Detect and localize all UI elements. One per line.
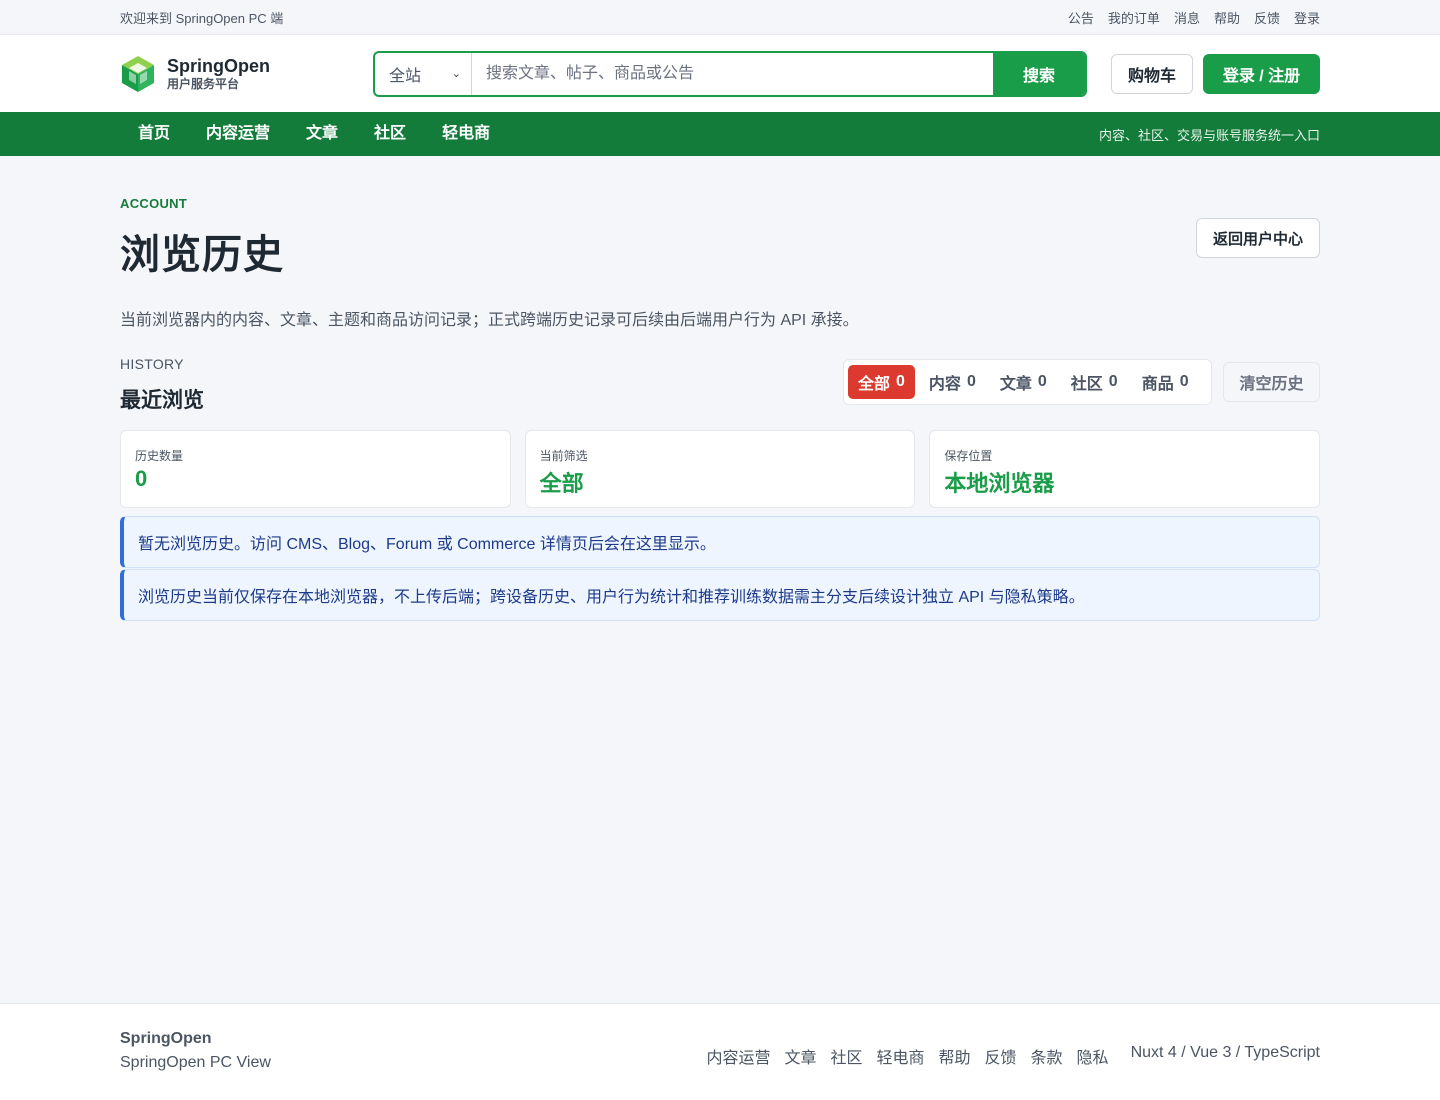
site-logo[interactable]: SpringOpen 用户服务平台 [120,55,373,93]
login-register-button[interactable]: 登录 / 注册 [1203,53,1320,94]
footer-subtitle: SpringOpen PC View [120,1054,271,1071]
filter-tab-label: 全部 [858,376,891,393]
page-description: 当前浏览器内的内容、文章、主题和商品访问记录；正式跨端历史记录可后续由后端用户行… [120,312,859,329]
local-storage-notice: 浏览历史当前仅保存在本地浏览器，不上传后端；跨设备历史、用户行为统计和推荐训练数… [120,569,1320,621]
brand-subtitle: 用户服务平台 [167,76,240,91]
brand-name: SpringOpen [167,55,270,76]
footer-link-help[interactable]: 帮助 [939,1044,971,1068]
footer-brand: SpringOpen [120,1030,212,1047]
site-footer: SpringOpen SpringOpen PC View 内容运营 文章 社区… [0,1003,1440,1100]
section-eyebrow: HISTORY [120,356,184,372]
footer-link-content[interactable]: 内容运营 [706,1044,770,1068]
stat-label: 历史数量 [135,449,184,463]
topbar-links: 公告 我的订单 消息 帮助 反馈 登录 [1068,8,1320,27]
footer-link-articles[interactable]: 文章 [784,1044,816,1068]
site-header: SpringOpen 用户服务平台 全站 ⌄ 搜索 购物车 登录 / 注册 [0,35,1440,112]
filter-tab-label: 社区 [1070,376,1103,393]
search-scope-select[interactable]: 全站 ⌄ [375,52,472,95]
welcome-text: 欢迎来到 SpringOpen PC 端 [120,10,284,26]
stat-label: 当前筛选 [539,449,588,463]
filter-tab-count: 0 [1108,373,1118,390]
nav-item-home[interactable]: 首页 [120,112,188,156]
section-title: 最近浏览 [120,389,204,412]
topbar-link-messages[interactable]: 消息 [1174,8,1200,27]
topbar-link-announcements[interactable]: 公告 [1068,8,1094,27]
filter-tab-count: 0 [1179,373,1189,390]
filter-tab-count: 0 [896,373,905,390]
nav-tagline: 内容、社区、交易与账号服务统一入口 [1098,127,1320,143]
back-to-user-center-button[interactable]: 返回用户中心 [1195,218,1320,258]
filter-tab-community[interactable]: 社区 0 [1061,365,1128,399]
filter-tab-all[interactable]: 全部 0 [848,365,915,399]
cube-logo-icon [122,55,154,92]
footer-links: 内容运营 文章 社区 轻电商 帮助 反馈 条款 隐私 Nuxt 4 / Vue … [706,1044,1320,1068]
chevron-down-icon: ⌄ [451,68,461,80]
footer-link-terms[interactable]: 条款 [1031,1044,1063,1068]
footer-link-privacy[interactable]: 隐私 [1077,1044,1109,1068]
search-scope-value: 全站 [389,67,422,85]
stat-value: 本地浏览器 [944,471,1055,496]
nav-item-community[interactable]: 社区 [356,112,424,156]
nav-item-content[interactable]: 内容运营 [188,112,288,156]
stat-card-storage: 保存位置 本地浏览器 [929,430,1321,508]
empty-history-notice: 暂无浏览历史。访问 CMS、Blog、Forum 或 Commerce 详情页后… [120,516,1320,568]
filter-tab-content[interactable]: 内容 0 [919,365,986,399]
history-filter-tabs: 全部 0 内容 0 文章 0 社区 0 商品 0 [843,359,1212,405]
filter-tab-label: 文章 [999,376,1032,393]
cart-button[interactable]: 购物车 [1110,53,1193,94]
topbar-link-login[interactable]: 登录 [1294,8,1320,27]
clear-history-button[interactable]: 清空历史 [1223,362,1320,402]
stat-card-count: 历史数量 0 [120,430,511,508]
history-stats: 历史数量 0 当前筛选 全部 保存位置 本地浏览器 [120,430,1321,508]
nav-item-articles[interactable]: 文章 [288,112,356,156]
stat-card-filter: 当前筛选 全部 [524,430,916,508]
search-input[interactable] [472,52,993,95]
footer-link-feedback[interactable]: 反馈 [985,1044,1017,1068]
topbar: 欢迎来到 SpringOpen PC 端 公告 我的订单 消息 帮助 反馈 登录 [0,0,1440,35]
filter-tab-products[interactable]: 商品 0 [1132,365,1199,399]
search-box: 全站 ⌄ 搜索 [373,50,1087,97]
footer-tech-stack: Nuxt 4 / Vue 3 / TypeScript [1130,1044,1320,1061]
stat-label: 保存位置 [944,449,993,463]
footer-link-community[interactable]: 社区 [830,1044,862,1068]
stat-value: 全部 [539,471,584,496]
page-title: 浏览历史 [120,233,284,277]
header-actions: 购物车 登录 / 注册 [1110,53,1320,94]
filter-tab-count: 0 [1037,373,1047,390]
filter-tab-label: 商品 [1141,376,1174,393]
nav-item-commerce[interactable]: 轻电商 [424,112,508,156]
topbar-link-help[interactable]: 帮助 [1214,8,1240,27]
filter-tab-articles[interactable]: 文章 0 [990,365,1057,399]
filter-tab-count: 0 [966,373,976,390]
main-nav: 首页 内容运营 文章 社区 轻电商 内容、社区、交易与账号服务统一入口 [0,112,1440,156]
footer-link-commerce[interactable]: 轻电商 [876,1044,924,1068]
topbar-link-orders[interactable]: 我的订单 [1108,8,1160,27]
page-eyebrow: ACCOUNT [120,196,188,211]
stat-value: 0 [135,466,148,491]
filter-tab-label: 内容 [928,376,961,393]
search-button[interactable]: 搜索 [993,52,1085,95]
topbar-link-feedback[interactable]: 反馈 [1254,8,1280,27]
